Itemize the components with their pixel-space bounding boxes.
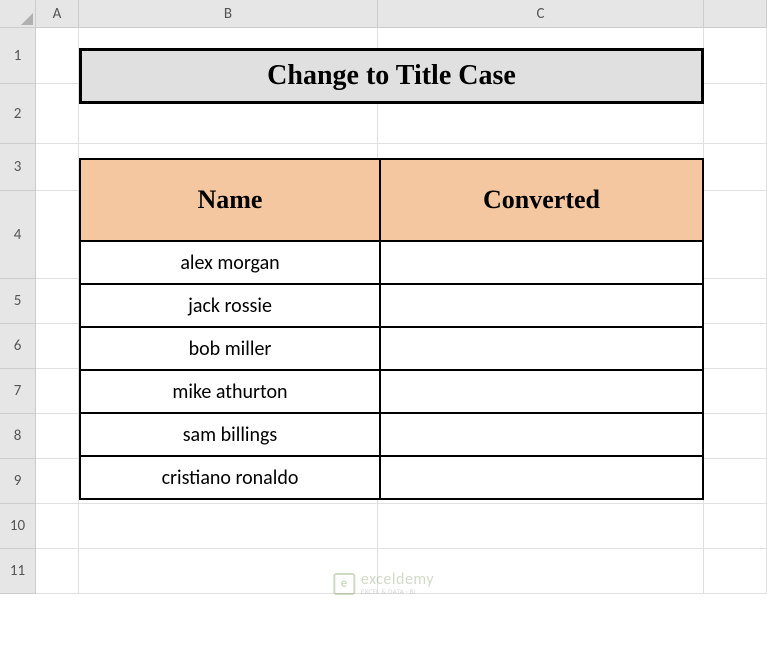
header-name: Name <box>80 159 380 241</box>
row-header-7[interactable]: 7 <box>0 369 36 414</box>
row-header-2[interactable]: 2 <box>0 84 36 144</box>
cell-converted[interactable] <box>380 327 703 370</box>
cell-d9[interactable] <box>704 459 767 504</box>
cell-d7[interactable] <box>704 369 767 414</box>
cell-name[interactable]: alex morgan <box>80 241 380 284</box>
cell-name[interactable]: cristiano ronaldo <box>80 456 380 499</box>
row-header-10[interactable]: 10 <box>0 504 36 549</box>
cell-b10[interactable] <box>79 504 378 549</box>
cell-a11[interactable] <box>36 549 79 594</box>
row-header-9[interactable]: 9 <box>0 459 36 504</box>
row-header-11[interactable]: 11 <box>0 549 36 594</box>
cell-name[interactable]: bob miller <box>80 327 380 370</box>
cell-converted[interactable] <box>380 241 703 284</box>
cell-a3[interactable] <box>36 144 79 191</box>
row-header-6[interactable]: 6 <box>0 324 36 369</box>
cell-d8[interactable] <box>704 414 767 459</box>
table-row: alex morgan <box>80 241 703 284</box>
cell-a9[interactable] <box>36 459 79 504</box>
cell-converted[interactable] <box>380 413 703 456</box>
col-header-c[interactable]: C <box>378 0 704 28</box>
cell-converted[interactable] <box>380 370 703 413</box>
row-header-5[interactable]: 5 <box>0 279 36 324</box>
cell-name[interactable]: sam billings <box>80 413 380 456</box>
row-header-3[interactable]: 3 <box>0 144 36 191</box>
cell-a5[interactable] <box>36 279 79 324</box>
header-converted: Converted <box>380 159 703 241</box>
cell-c11[interactable] <box>378 549 704 594</box>
data-table: Name Converted alex morgan jack rossie b… <box>79 158 704 500</box>
cell-c10[interactable] <box>378 504 704 549</box>
cell-converted[interactable] <box>380 456 703 499</box>
cell-converted[interactable] <box>380 284 703 327</box>
row-header-4[interactable]: 4 <box>0 191 36 279</box>
col-header-b[interactable]: B <box>79 0 378 28</box>
table-row: jack rossie <box>80 284 703 327</box>
cell-d4[interactable] <box>704 191 767 279</box>
table-header-row: Name Converted <box>80 159 703 241</box>
cell-a2[interactable] <box>36 84 79 144</box>
cell-d5[interactable] <box>704 279 767 324</box>
cell-d3[interactable] <box>704 144 767 191</box>
col-header-a[interactable]: A <box>36 0 79 28</box>
table-row: sam billings <box>80 413 703 456</box>
table-row: mike athurton <box>80 370 703 413</box>
cell-d2[interactable] <box>704 84 767 144</box>
cell-a7[interactable] <box>36 369 79 414</box>
cell-a4[interactable] <box>36 191 79 279</box>
title-box: Change to Title Case <box>79 48 704 104</box>
cell-a10[interactable] <box>36 504 79 549</box>
cell-name[interactable]: mike athurton <box>80 370 380 413</box>
cell-a8[interactable] <box>36 414 79 459</box>
cell-a1[interactable] <box>36 28 79 84</box>
col-header-blank[interactable] <box>704 0 767 28</box>
table-row: bob miller <box>80 327 703 370</box>
cell-a6[interactable] <box>36 324 79 369</box>
cell-d11[interactable] <box>704 549 767 594</box>
row-header-1[interactable]: 1 <box>0 28 36 84</box>
table-row: cristiano ronaldo <box>80 456 703 499</box>
row-header-8[interactable]: 8 <box>0 414 36 459</box>
cell-b11[interactable] <box>79 549 378 594</box>
cell-d6[interactable] <box>704 324 767 369</box>
cell-d1[interactable] <box>704 28 767 84</box>
page-title: Change to Title Case <box>267 60 516 92</box>
cell-d10[interactable] <box>704 504 767 549</box>
cell-name[interactable]: jack rossie <box>80 284 380 327</box>
select-all-corner[interactable] <box>0 0 36 28</box>
